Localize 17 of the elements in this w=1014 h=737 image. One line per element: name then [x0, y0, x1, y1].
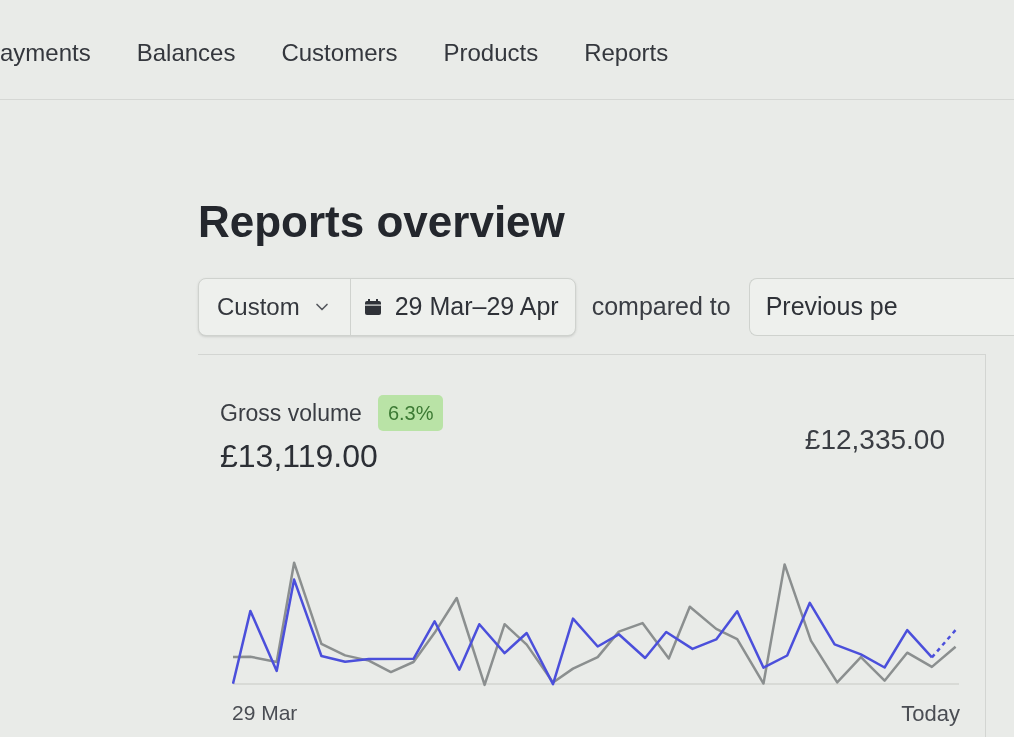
comparison-dropdown[interactable]: Previous pe	[748, 278, 1014, 336]
nav-link[interactable]: Balances	[136, 38, 236, 68]
metric-value: £13,119.00	[220, 437, 378, 475]
nav-link[interactable]: ayments	[0, 38, 91, 68]
nav-link[interactable]: Products	[443, 38, 539, 68]
compare-label: compared to	[591, 291, 731, 323]
comparison-value: £12,335.00	[804, 423, 945, 457]
page-title: Reports overview	[198, 196, 565, 248]
change-badge: 6.3%	[377, 395, 444, 431]
calendar-icon	[364, 299, 381, 315]
nav-link[interactable]: Customers	[281, 38, 398, 68]
metric-label: Gross volume	[220, 398, 362, 428]
nav-link[interactable]: Reports	[584, 38, 669, 68]
preset-dropdown[interactable]: Custom	[199, 279, 351, 335]
axis-label: 29 Mar	[232, 700, 298, 726]
date-range-button[interactable]: 29 Mar–29 Apr	[350, 279, 575, 335]
axis-label: Today	[901, 700, 960, 728]
